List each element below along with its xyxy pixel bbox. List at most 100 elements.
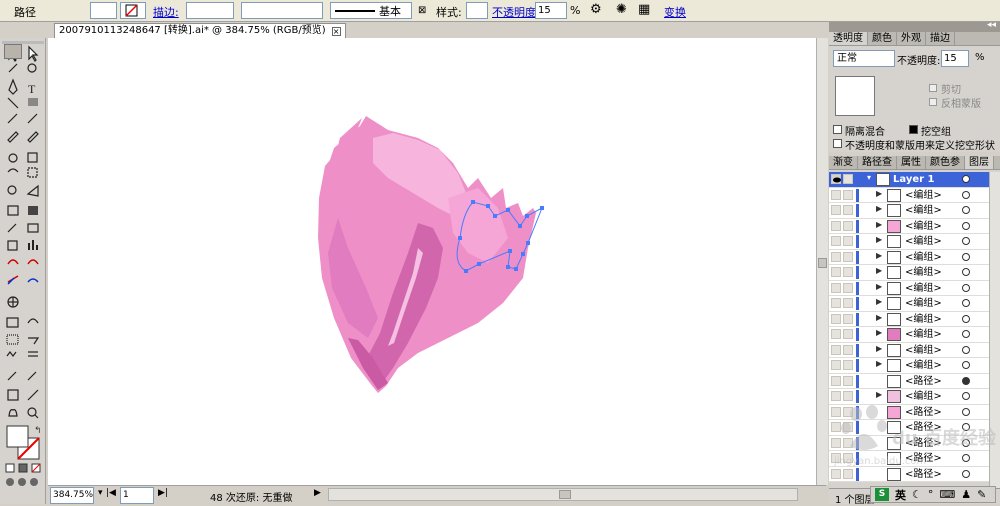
layer-item-row[interactable]: <路径>	[829, 404, 989, 420]
lock-toggle[interactable]	[843, 329, 853, 339]
visibility-toggle[interactable]	[831, 406, 841, 417]
visibility-toggle[interactable]	[831, 344, 841, 355]
selection-tool[interactable]	[4, 44, 22, 59]
target-circle-icon[interactable]	[962, 423, 970, 431]
visibility-toggle[interactable]	[831, 329, 841, 339]
visibility-toggle[interactable]	[831, 205, 841, 215]
expand-triangle-icon[interactable]: ▶	[876, 266, 882, 275]
brush-definition-select[interactable]: 基本	[330, 2, 412, 19]
lock-toggle[interactable]	[843, 344, 853, 355]
layer-item-row[interactable]: ▶ <编组>	[829, 358, 989, 374]
ime-mode-label[interactable]: 英	[895, 487, 906, 503]
tab-attributes[interactable]: 属性	[897, 156, 926, 169]
target-circle-icon[interactable]	[962, 190, 970, 199]
visibility-toggle[interactable]	[831, 360, 841, 370]
expand-triangle-icon[interactable]: ▶	[876, 220, 882, 229]
lock-toggle[interactable]	[843, 267, 853, 277]
visibility-toggle[interactable]	[831, 220, 841, 231]
layer-row-main[interactable]: ▾ Layer 1	[829, 172, 989, 188]
canvas-horizontal-scrollbar[interactable]	[328, 488, 798, 501]
target-circle-icon[interactable]	[962, 252, 970, 261]
panel-collapse-icon[interactable]: ◂◂	[987, 20, 996, 30]
canvas-vertical-scrollbar[interactable]	[816, 38, 828, 485]
expand-triangle-icon[interactable]: ▶	[876, 328, 882, 337]
visibility-toggle[interactable]	[831, 251, 841, 262]
tab-color[interactable]: 颜色	[868, 32, 897, 45]
style-select[interactable]	[466, 2, 488, 19]
stroke-weight-select[interactable]	[186, 2, 234, 19]
expand-triangle-icon[interactable]: ▶	[876, 251, 882, 260]
tab-transparency[interactable]: 透明度	[829, 32, 868, 45]
lock-toggle[interactable]	[843, 189, 853, 200]
zoom-select[interactable]: 384.75%	[50, 487, 94, 504]
layers-scrollbar[interactable]	[989, 172, 1000, 488]
lock-toggle[interactable]	[843, 453, 853, 463]
layer-item-row[interactable]: ▶ <编组>	[829, 389, 989, 405]
target-circle-icon[interactable]	[962, 407, 970, 416]
lock-toggle[interactable]	[843, 220, 853, 231]
layer-item-row[interactable]: <路径>	[829, 420, 989, 436]
next-artboard-icon[interactable]: ▶|	[158, 488, 168, 498]
invert-mask-checkbox[interactable]	[929, 98, 937, 106]
layer-item-row[interactable]: ▶ <编组>	[829, 311, 989, 327]
target-circle-icon[interactable]	[962, 283, 970, 292]
ime-user-icon[interactable]: ♟	[961, 488, 971, 501]
expand-triangle-icon[interactable]: ▶	[876, 282, 882, 291]
tab-gradient[interactable]: 渐变	[829, 156, 858, 169]
lock-toggle[interactable]	[843, 282, 853, 293]
visibility-toggle[interactable]	[831, 437, 841, 448]
lock-toggle[interactable]	[843, 422, 853, 432]
preferences-icon[interactable]: ✺	[616, 2, 627, 17]
visibility-toggle[interactable]	[831, 298, 841, 308]
layer-target-icon[interactable]	[962, 175, 970, 183]
ime-keyboard-icon[interactable]: ⌨	[939, 488, 955, 501]
knockout-group-checkbox[interactable]	[909, 125, 918, 134]
layer-item-row[interactable]: ▶ <编组>	[829, 265, 989, 281]
ime-punct-icon[interactable]: °	[928, 488, 934, 501]
tab-stroke[interactable]: 描边	[926, 32, 955, 45]
target-circle-icon[interactable]	[962, 268, 970, 276]
expand-triangle-icon[interactable]: ▶	[876, 359, 882, 368]
blend-mode-select[interactable]: 正常	[833, 50, 895, 67]
document-setup-icon[interactable]: ⚙	[590, 2, 602, 17]
opacity-link[interactable]: 不透明度:	[492, 4, 540, 20]
tab-appearance[interactable]: 外观	[897, 32, 926, 45]
opacity-input[interactable]: 15	[535, 2, 567, 19]
ime-tool-icon[interactable]: ✎	[977, 488, 986, 501]
visibility-toggle[interactable]	[831, 468, 841, 479]
isolate-blending-checkbox[interactable]	[833, 125, 842, 134]
layer-item-row[interactable]: ▶ <编组>	[829, 280, 989, 296]
target-circle-icon[interactable]	[962, 438, 970, 447]
layer-item-row[interactable]: ▶ <编组>	[829, 342, 989, 358]
target-circle-icon[interactable]	[962, 237, 970, 245]
tab-layers[interactable]: 图层	[965, 156, 994, 169]
layer-item-row[interactable]: ▶ <编组>	[829, 327, 989, 343]
target-circle-icon[interactable]	[962, 299, 970, 307]
lock-toggle[interactable]	[843, 298, 853, 308]
stroke-label-link[interactable]: 描边:	[153, 4, 179, 20]
visibility-toggle[interactable]	[831, 267, 841, 277]
layer-item-row[interactable]: <路径>	[829, 451, 989, 467]
transform-link[interactable]: 变换	[664, 4, 686, 20]
target-circle-icon[interactable]	[962, 392, 970, 400]
variable-width-select[interactable]	[241, 2, 323, 19]
visibility-toggle[interactable]	[831, 391, 841, 401]
layer-item-row[interactable]: <路径>	[829, 435, 989, 451]
layer-item-row[interactable]: ▶ <编组>	[829, 187, 989, 203]
layer-item-row[interactable]: <路径>	[829, 373, 989, 389]
stroke-color-swatch[interactable]	[120, 2, 146, 19]
lock-toggle[interactable]	[843, 251, 853, 262]
lock-toggle[interactable]	[843, 375, 853, 386]
layer-item-row[interactable]: <路径>	[829, 466, 989, 482]
zoom-dropdown-icon[interactable]: ▾	[98, 488, 103, 498]
clip-checkbox[interactable]	[929, 84, 937, 92]
layer-item-row[interactable]: ▶ <编组>	[829, 249, 989, 265]
lock-toggle[interactable]	[843, 437, 853, 448]
target-circle-icon[interactable]	[962, 361, 970, 369]
tab-color-guide[interactable]: 颜色参	[926, 156, 965, 169]
panel-opacity-input[interactable]: 15	[941, 50, 969, 67]
expand-triangle-icon[interactable]: ▶	[876, 235, 882, 244]
target-circle-icon[interactable]	[962, 221, 970, 230]
layer-item-row[interactable]: ▶ <编组>	[829, 296, 989, 312]
visibility-toggle[interactable]	[831, 282, 841, 293]
